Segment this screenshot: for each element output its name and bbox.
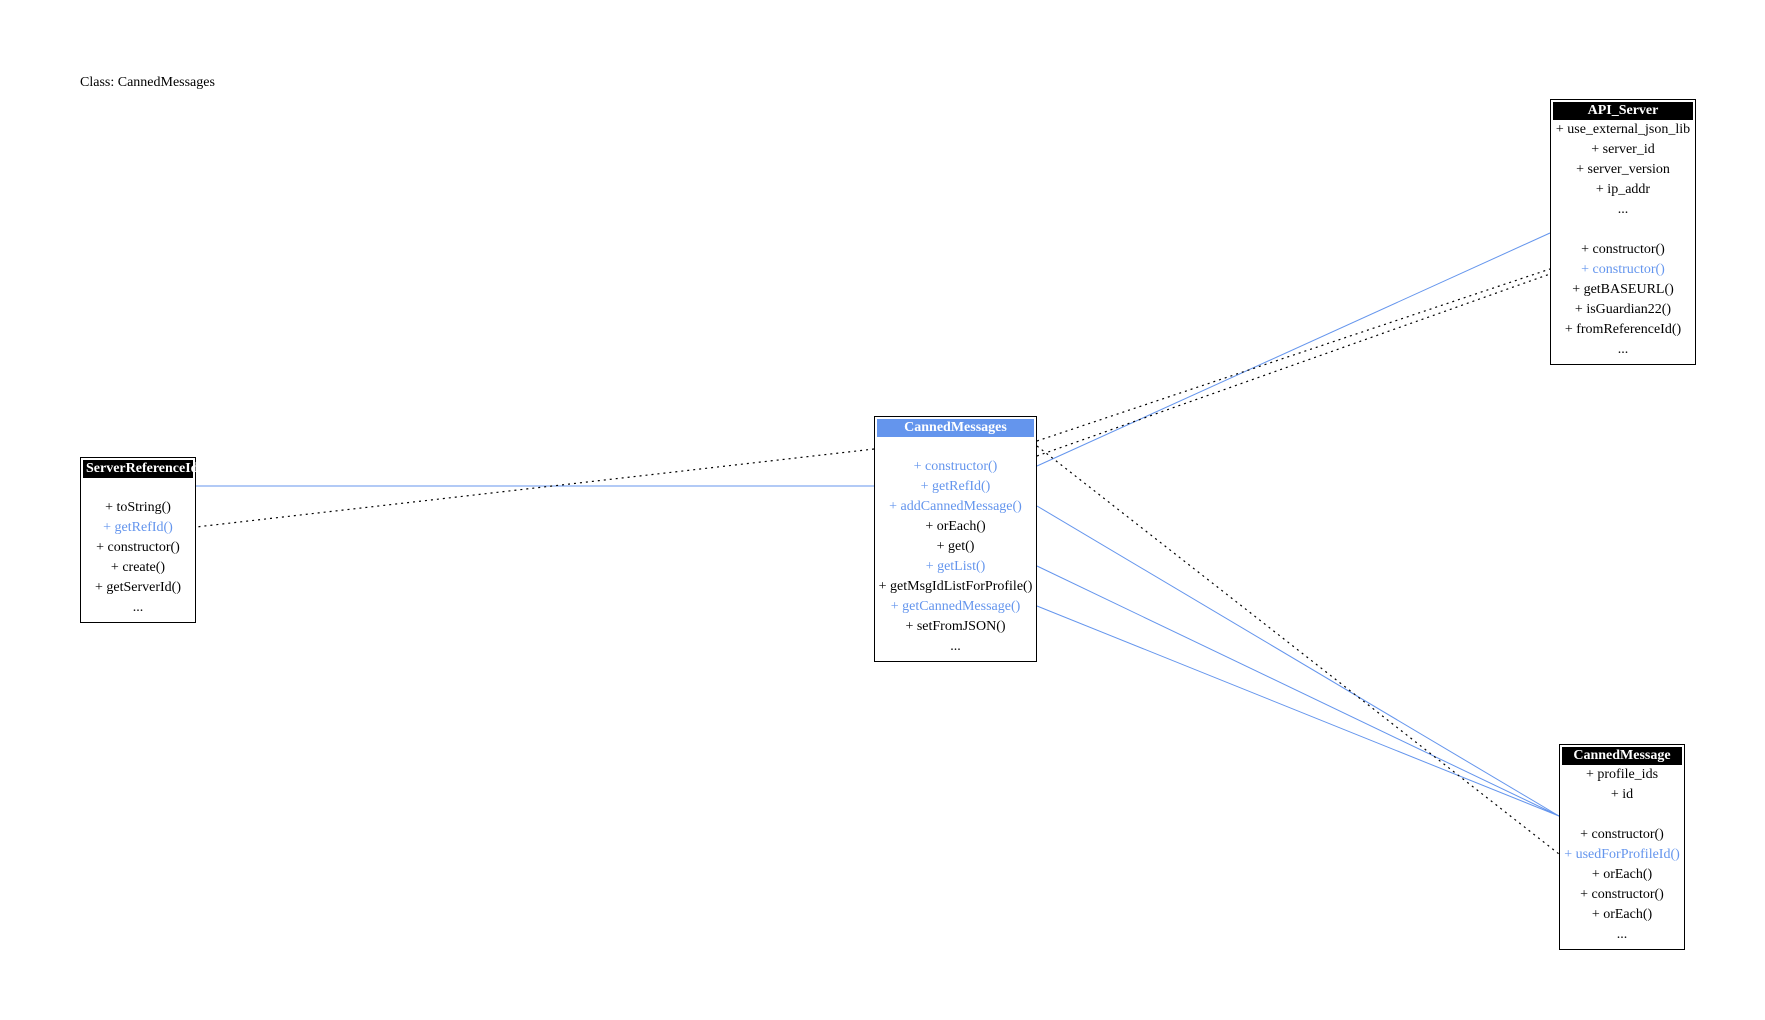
method-item[interactable]: + constructor() [877,457,1034,477]
association-line [1036,605,1560,817]
section-divider [1553,220,1693,240]
method-list: + toString() + getRefId() + constructor() +… [83,498,193,618]
method-item[interactable]: + toString() [83,498,193,518]
association-line [1036,565,1560,817]
method-item[interactable]: + isGuardian22() [1553,300,1693,320]
method-item[interactable]: + getList() [877,557,1034,577]
class-header-api-server[interactable]: API_Server [1553,102,1693,120]
section-divider [877,437,1034,457]
method-item[interactable]: + orEach() [1562,865,1682,885]
attribute-item[interactable]: + ip_addr [1553,180,1693,200]
attribute-list: + use_external_json_lib + server_id + serv… [1553,120,1693,220]
method-item[interactable]: + constructor() [83,538,193,558]
dependency-line [1036,445,1560,855]
diagram-title: Class: CannedMessages [80,75,215,90]
method-item[interactable]: + create() [83,558,193,578]
dependency-line [1036,268,1551,442]
attribute-item[interactable]: + id [1562,785,1682,805]
method-item[interactable]: + getRefId() [877,477,1034,497]
method-item[interactable]: + getBASEURL() [1553,280,1693,300]
more-methods-ellipsis: ... [950,639,961,654]
method-item[interactable]: + constructor() [1562,885,1682,905]
method-list: + constructor() + getRefId() + addCannedMe… [877,457,1034,657]
method-item[interactable]: + get() [877,537,1034,557]
class-box-cannedmessage[interactable]: CannedMessage + profile_ids + id + constr… [1559,744,1685,950]
more-methods-ellipsis: ... [1617,342,1629,357]
method-item[interactable]: + constructor() [1553,240,1693,260]
dependency-line [195,448,875,528]
method-item[interactable]: + addCannedMessage() [877,497,1034,517]
method-list: + constructor() + constructor() + getBASEU… [1553,240,1693,360]
dependency-line [1036,273,1551,457]
section-divider [83,478,193,498]
class-header-cannedmessages[interactable]: CannedMessages [877,419,1034,437]
more-methods-ellipsis: ... [132,600,144,615]
association-line [1036,232,1551,467]
method-item[interactable]: + getRefId() [83,518,193,538]
method-item[interactable]: + getMsgIdListForProfile() [877,577,1034,597]
attribute-item[interactable]: ... [1553,200,1693,220]
class-box-api-server[interactable]: API_Server + use_external_json_lib + serv… [1550,99,1696,365]
attribute-list: + profile_ids + id [1562,765,1682,805]
section-divider [1562,805,1682,825]
class-header-serverreferenceid[interactable]: ServerReferenceId [83,460,198,478]
method-item[interactable]: + setFromJSON() [877,617,1034,637]
method-item[interactable]: + constructor() [1553,260,1693,280]
class-box-serverreferenceid[interactable]: ServerReferenceId + toString() + getRefId… [80,457,198,623]
method-item[interactable]: + usedForProfileId() [1562,845,1682,865]
class-box-cannedmessages[interactable]: CannedMessages + constructor() + getRefId… [874,416,1037,662]
class-header-cannedmessage[interactable]: CannedMessage [1562,747,1682,765]
method-list: + constructor() + usedForProfileId() + orE… [1562,825,1682,945]
method-item[interactable]: + orEach() [877,517,1034,537]
attribute-item[interactable]: + use_external_json_lib [1553,120,1693,140]
more-methods-ellipsis: ... [1616,927,1628,942]
attribute-item[interactable]: + profile_ids [1562,765,1682,785]
method-item[interactable]: + getServerId() [83,578,193,598]
method-item[interactable]: + constructor() [1562,825,1682,845]
method-item[interactable]: + orEach() [1562,905,1682,925]
method-item[interactable]: + fromReferenceId() [1553,320,1693,340]
method-item[interactable]: + getCannedMessage() [877,597,1034,617]
attribute-item[interactable]: + server_id [1553,140,1693,160]
association-line [1036,505,1560,817]
attribute-item[interactable]: + server_version [1553,160,1693,180]
